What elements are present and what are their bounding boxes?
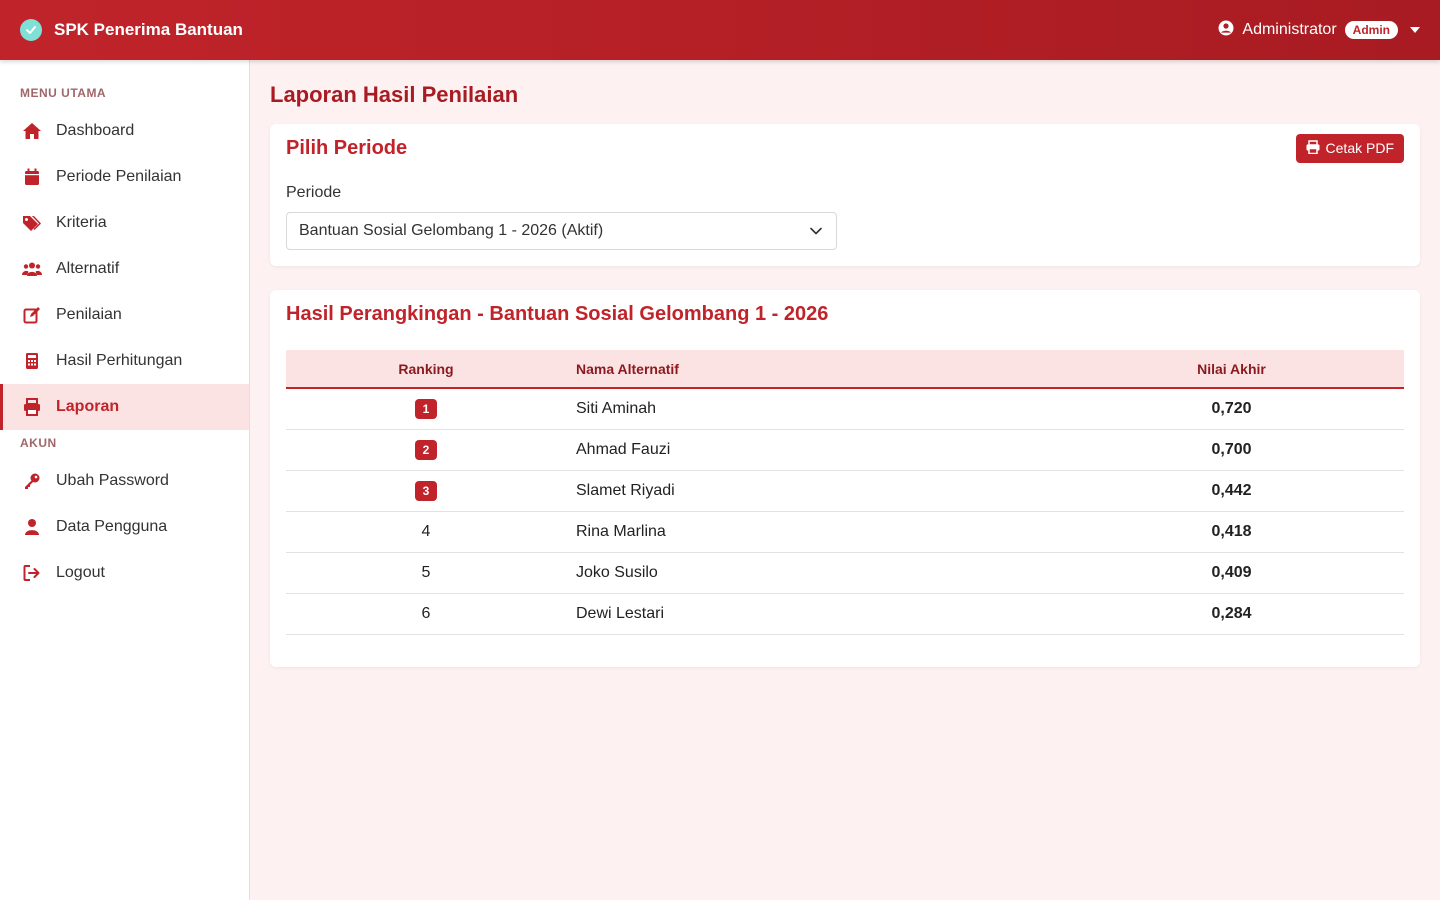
- section-label-account: AKUN: [20, 436, 57, 450]
- score-cell: 0,720: [1059, 388, 1404, 430]
- name-cell: Rina Marlina: [566, 511, 1059, 553]
- sidebar-item-hasil-perhitungan[interactable]: Hasil Perhitungan: [0, 338, 249, 384]
- results-card-title: Hasil Perangkingan - Bantuan Sosial Gelo…: [286, 302, 829, 325]
- user-menu[interactable]: Administrator Admin: [1218, 20, 1420, 41]
- periode-select[interactable]: Bantuan Sosial Gelombang 1 - 2026 (Aktif…: [286, 212, 837, 250]
- periode-card-header: Pilih Periode Cetak PDF: [286, 133, 1404, 163]
- rank-badge: 1: [415, 398, 437, 419]
- sidebar-item-ubah-password[interactable]: Ubah Password: [0, 458, 249, 504]
- sidebar-item-label: Periode Penilaian: [56, 168, 182, 185]
- rank-badge: 2: [415, 439, 437, 460]
- periode-card-title: Pilih Periode: [286, 136, 408, 159]
- sidebar-item-label: Dashboard: [56, 122, 135, 139]
- rank-cell: 6: [286, 593, 566, 635]
- ranking-table: Ranking Nama Alternatif Nilai Akhir 1 Si…: [286, 350, 1404, 635]
- results-card: Hasil Perangkingan - Bantuan Sosial Gelo…: [270, 290, 1420, 667]
- sidebar-item-laporan[interactable]: Laporan: [0, 384, 249, 430]
- brand[interactable]: SPK Penerima Bantuan: [20, 19, 243, 41]
- sidebar-item-label: Kriteria: [56, 214, 107, 231]
- table-header-row: Ranking Nama Alternatif Nilai Akhir: [286, 350, 1404, 389]
- chevron-down-icon: [810, 222, 822, 240]
- periode-field-label: Periode: [286, 184, 342, 201]
- printer-icon: [22, 397, 42, 417]
- sidebar-item-label: Logout: [56, 564, 105, 581]
- table-row: 3 Slamet Riyadi 0,442: [286, 470, 1404, 512]
- sidebar-item-penilaian[interactable]: Penilaian: [0, 292, 249, 338]
- column-header-score[interactable]: Nilai Akhir: [1059, 350, 1404, 389]
- logout-icon: [22, 563, 42, 583]
- table-row: 4 Rina Marlina 0,418: [286, 511, 1404, 553]
- print-pdf-button[interactable]: Cetak PDF: [1295, 133, 1404, 163]
- caret-down-icon[interactable]: [1410, 27, 1420, 33]
- rank-cell: 1: [286, 388, 566, 430]
- main-content: Laporan Hasil Penilaian Pilih Periode Ce…: [250, 60, 1440, 900]
- sidebar: MENU UTAMA Dashboard Periode Penilaian K…: [0, 60, 250, 900]
- sidebar-item-periode-penilaian[interactable]: Periode Penilaian: [0, 154, 249, 200]
- rank-cell: 5: [286, 552, 566, 594]
- table-row: 6 Dewi Lestari 0,284: [286, 593, 1404, 635]
- printer-icon: [1306, 139, 1320, 157]
- sidebar-item-logout[interactable]: Logout: [0, 550, 249, 596]
- column-header-name[interactable]: Nama Alternatif: [566, 350, 1059, 389]
- tags-icon: [22, 213, 42, 233]
- sidebar-item-alternatif[interactable]: Alternatif: [0, 246, 249, 292]
- score-cell: 0,409: [1059, 552, 1404, 594]
- score-cell: 0,284: [1059, 593, 1404, 635]
- name-cell: Ahmad Fauzi: [566, 429, 1059, 471]
- name-cell: Siti Aminah: [566, 388, 1059, 430]
- table-row: 5 Joko Susilo 0,409: [286, 552, 1404, 594]
- edit-icon: [22, 305, 42, 325]
- users-icon: [22, 259, 42, 279]
- sidebar-item-label: Data Pengguna: [56, 518, 168, 535]
- section-label-main: MENU UTAMA: [20, 86, 107, 100]
- page-title: Laporan Hasil Penilaian: [270, 82, 519, 107]
- home-icon: [22, 121, 42, 141]
- user-name: Administrator: [1242, 21, 1337, 38]
- table-row: 1 Siti Aminah 0,720: [286, 388, 1404, 430]
- calendar-icon: [22, 167, 42, 187]
- sidebar-item-label: Hasil Perhitungan: [56, 352, 183, 369]
- user-icon: [22, 517, 42, 537]
- rank-cell: 2: [286, 429, 566, 471]
- sidebar-item-label: Ubah Password: [56, 472, 169, 489]
- sidebar-item-data-pengguna[interactable]: Data Pengguna: [0, 504, 249, 550]
- sidebar-item-label: Penilaian: [56, 306, 122, 323]
- score-cell: 0,418: [1059, 511, 1404, 553]
- name-cell: Dewi Lestari: [566, 593, 1059, 635]
- sidebar-item-label: Alternatif: [56, 260, 120, 277]
- sidebar-item-dashboard[interactable]: Dashboard: [0, 108, 249, 154]
- score-cell: 0,442: [1059, 470, 1404, 512]
- rank-cell: 3: [286, 470, 566, 512]
- rank-cell: 4: [286, 511, 566, 553]
- results-card-header: Hasil Perangkingan - Bantuan Sosial Gelo…: [286, 300, 1404, 328]
- key-icon: [22, 471, 42, 491]
- sidebar-item-kriteria[interactable]: Kriteria: [0, 200, 249, 246]
- top-navbar: SPK Penerima Bantuan Administrator Admin: [0, 0, 1440, 60]
- user-circle-icon: [1218, 20, 1234, 41]
- score-cell: 0,700: [1059, 429, 1404, 471]
- periode-selected-value: Bantuan Sosial Gelombang 1 - 2026 (Aktif…: [299, 222, 604, 239]
- print-pdf-label: Cetak PDF: [1325, 140, 1394, 156]
- role-badge: Admin: [1344, 21, 1398, 39]
- periode-card: Pilih Periode Cetak PDF Periode Bantuan …: [270, 124, 1420, 266]
- column-header-ranking[interactable]: Ranking: [286, 350, 566, 389]
- name-cell: Joko Susilo: [566, 552, 1059, 594]
- table-row: 2 Ahmad Fauzi 0,700: [286, 429, 1404, 471]
- check-circle-icon: [20, 19, 42, 41]
- rank-badge: 3: [415, 480, 437, 501]
- sidebar-item-label: Laporan: [56, 398, 120, 415]
- name-cell: Slamet Riyadi: [566, 470, 1059, 512]
- calculator-icon: [22, 351, 42, 371]
- app-title: SPK Penerima Bantuan: [54, 20, 243, 39]
